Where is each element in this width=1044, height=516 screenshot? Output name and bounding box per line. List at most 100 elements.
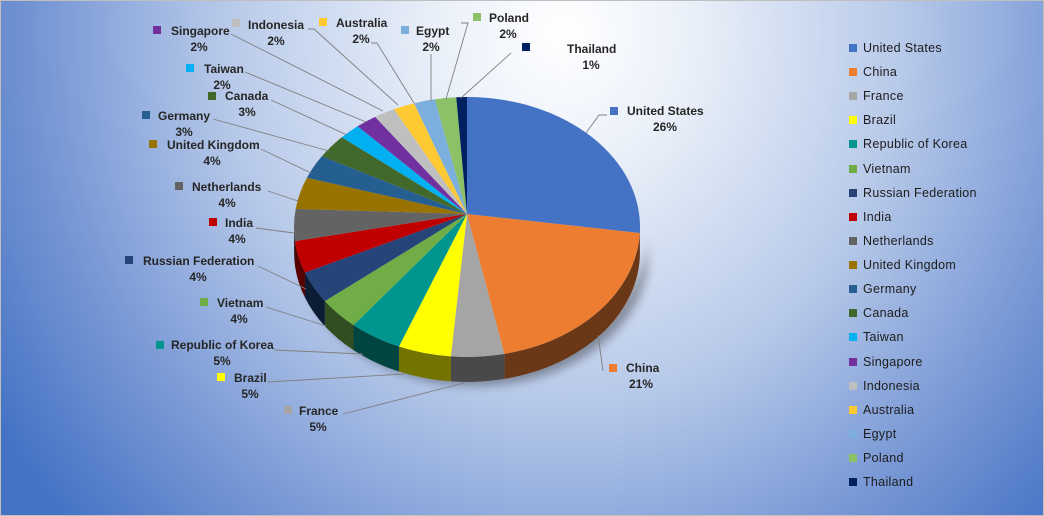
data-label-swatch [186,64,194,72]
data-label-value: 2% [422,40,440,54]
legend-label: Netherlands [863,233,934,248]
data-label-swatch [217,373,225,381]
legend-item-singapore[interactable]: Singapore [849,354,923,370]
data-label-value: 4% [218,196,236,210]
data-label-vietnam: Vietnam 4% [200,296,263,326]
legend-label: Indonesia [863,378,920,393]
data-label-value: 2% [352,32,370,46]
legend-label: Vietnam [863,161,911,176]
leader-line-brazil [267,373,405,383]
data-label-singapore: Singapore 2% [153,24,230,54]
leader-line-france [342,382,465,415]
legend-item-canada[interactable]: Canada [849,305,909,321]
data-label-canada: Canada 3% [208,89,269,119]
pie-slices [294,97,640,357]
data-label-value: 1% [582,58,600,72]
data-label-category: United Kingdom [167,138,260,152]
data-label-swatch [175,182,183,190]
legend-swatch [849,92,857,101]
data-label-category: Poland [489,11,529,25]
legend-label: France [863,89,904,104]
legend-label: Australia [863,402,915,417]
data-label-value: 21% [629,377,653,391]
data-label-russian-federation: Russian Federation 4% [125,254,254,284]
data-label-category: Australia [336,16,388,30]
data-label-china: China 21% [609,361,660,391]
data-label-category: United States [627,104,704,118]
legend-item-india[interactable]: India [849,209,892,225]
legend-item-netherlands[interactable]: Netherlands [849,233,934,249]
legend-item-egypt[interactable]: Egypt [849,426,896,442]
data-label-swatch [284,406,292,414]
data-label-swatch [208,92,216,100]
data-label-swatch [125,256,133,264]
leader-line-india [255,227,295,234]
data-label-swatch [609,364,617,372]
data-label-category: Netherlands [192,180,262,194]
legend-item-russian-federation[interactable]: Russian Federation [849,185,977,201]
legend-label: Egypt [863,426,897,441]
data-label-france: France 5% [284,404,339,434]
data-label-swatch [610,107,618,115]
data-label-value: 4% [228,232,246,246]
data-label-swatch [153,26,161,34]
data-label-egypt: Egypt 2% [401,24,449,54]
data-label-swatch [401,26,409,34]
legend-swatch [849,405,857,414]
data-label-swatch [522,43,530,51]
legend-swatch [849,478,857,487]
data-label-value: 2% [267,34,285,48]
legend-item-republic-of-korea[interactable]: Republic of Korea [849,136,967,152]
data-label-swatch [209,218,217,226]
pie-slice-united-states[interactable] [467,97,640,234]
data-label-category: Canada [225,89,269,103]
data-label-category: Egypt [416,24,449,38]
data-label-value: 26% [653,120,677,134]
legend-swatch [849,381,857,390]
data-label-poland: Poland 2% [473,11,529,41]
data-label-value: 5% [241,387,259,401]
legend-item-united-states[interactable]: United States [849,40,942,56]
leader-line-canada [270,99,348,136]
data-label-category: Indonesia [248,18,304,32]
legend-item-brazil[interactable]: Brazil [849,112,896,128]
legend-label: Poland [863,451,904,466]
legend-item-france[interactable]: France [849,88,904,104]
legend-item-poland[interactable]: Poland [849,450,904,466]
legend-swatch [849,164,857,173]
data-label-category: Vietnam [217,296,263,310]
legend-label: Canada [863,306,909,321]
data-label-category: Taiwan [204,62,244,76]
legend-item-australia[interactable]: Australia [849,402,914,418]
legend-label: India [863,209,892,224]
legend-item-taiwan[interactable]: Taiwan [849,329,904,345]
legend-item-vietnam[interactable]: Vietnam [849,161,911,177]
legend-label: Taiwan [863,330,904,345]
legend-swatch [849,309,857,318]
legend-item-united-kingdom[interactable]: United Kingdom [849,257,956,273]
legend-swatch [849,236,857,245]
legend-label: Brazil [863,113,897,128]
data-label-value: 2% [213,78,231,92]
data-label-republic-of-korea: Republic of Korea 5% [156,338,274,368]
legend-item-indonesia[interactable]: Indonesia [849,378,920,394]
legend-item-germany[interactable]: Germany [849,281,917,297]
data-label-value: 2% [190,40,208,54]
legend-label: China [863,65,898,80]
data-label-swatch [232,19,240,27]
data-label-australia: Australia 2% [319,16,388,46]
data-label-value: 4% [230,312,248,326]
data-label-category: France [299,404,339,418]
data-label-indonesia: Indonesia 2% [232,18,304,48]
data-label-netherlands: Netherlands 4% [175,180,262,210]
legend-label: Thailand [863,475,914,490]
data-label-value: 4% [189,270,207,284]
legend-item-thailand[interactable]: Thailand [849,474,913,490]
legend-item-china[interactable]: China [849,64,897,80]
data-label-swatch [149,140,157,148]
data-label-category: Russian Federation [143,254,254,268]
data-label-united-kingdom: United Kingdom 4% [149,138,260,168]
data-label-swatch [142,111,150,119]
legend-swatch [849,357,857,366]
data-label-swatch [200,298,208,306]
